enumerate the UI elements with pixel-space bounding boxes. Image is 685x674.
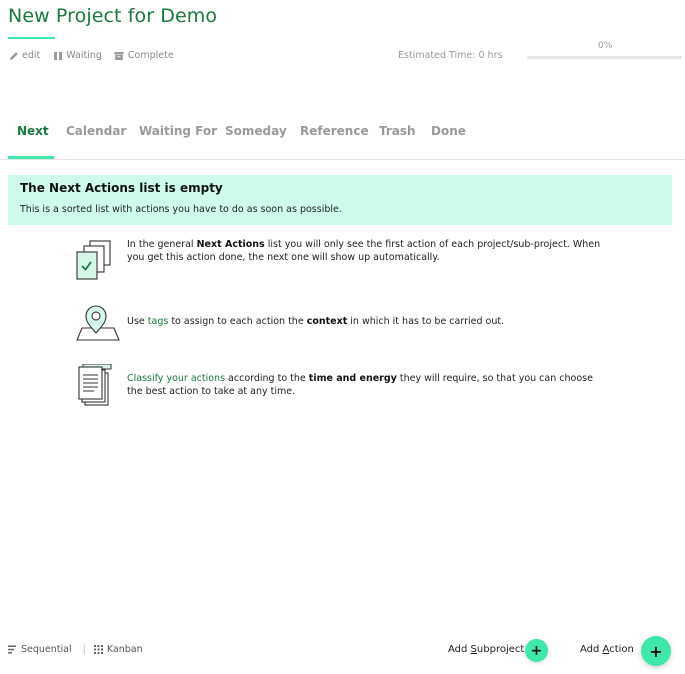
tab-waiting-for[interactable]: Waiting For bbox=[139, 124, 217, 160]
view-mode-switch: Sequential | Kanban bbox=[8, 644, 143, 655]
title-underline bbox=[8, 37, 55, 39]
plus-icon: + bbox=[530, 642, 543, 659]
tab-bar: Next Calendar Waiting For Someday Refere… bbox=[0, 118, 685, 160]
progress-bar bbox=[527, 56, 682, 59]
banner-subtitle: This is a sorted list with actions you h… bbox=[20, 204, 342, 215]
tip-text: Use tags to assign to each action the co… bbox=[127, 316, 505, 327]
classify-link[interactable]: Classify your actions bbox=[127, 373, 225, 384]
active-tab-indicator bbox=[8, 156, 54, 159]
list-lines-icon bbox=[8, 645, 17, 654]
sequential-label: Sequential bbox=[21, 644, 72, 655]
location-pin-icon bbox=[76, 302, 120, 346]
footer-separator: | bbox=[82, 644, 86, 655]
grid-icon bbox=[93, 645, 103, 654]
waiting-label: Waiting bbox=[66, 50, 102, 61]
document-stack-icon bbox=[76, 363, 120, 408]
estimated-time: Estimated Time: 0 hrs bbox=[398, 50, 503, 61]
tab-trash[interactable]: Trash bbox=[379, 124, 416, 160]
documents-check-icon bbox=[76, 238, 120, 282]
tags-link[interactable]: tags bbox=[148, 316, 169, 327]
project-title: New Project for Demo bbox=[8, 5, 218, 27]
pencil-icon bbox=[8, 50, 19, 61]
complete-button[interactable]: Complete bbox=[114, 50, 174, 61]
add-action-button[interactable]: + bbox=[641, 636, 671, 666]
add-subproject-button[interactable]: + bbox=[525, 639, 548, 662]
tab-next[interactable]: Next bbox=[17, 124, 49, 160]
tab-calendar[interactable]: Calendar bbox=[66, 124, 126, 160]
add-subproject-label[interactable]: Add Subproject bbox=[448, 644, 524, 655]
project-actions: edit Waiting Complete bbox=[8, 50, 186, 61]
kanban-label: Kanban bbox=[106, 644, 143, 655]
waiting-button[interactable]: Waiting bbox=[52, 50, 102, 61]
pause-icon bbox=[52, 50, 63, 61]
tip-text: Classify your actions according to the t… bbox=[127, 373, 593, 397]
tab-reference[interactable]: Reference bbox=[300, 124, 369, 160]
tip-text: In the general Next Actions list you wil… bbox=[127, 239, 601, 263]
banner-title: The Next Actions list is empty bbox=[20, 181, 223, 195]
progress-label: 0% bbox=[598, 41, 613, 51]
kanban-button[interactable]: Kanban bbox=[93, 644, 143, 655]
sequential-button[interactable]: Sequential bbox=[8, 644, 72, 655]
empty-state-banner: The Next Actions list is empty This is a… bbox=[8, 175, 672, 225]
edit-button[interactable]: edit bbox=[8, 50, 40, 61]
edit-label: edit bbox=[22, 50, 41, 61]
tab-someday[interactable]: Someday bbox=[225, 124, 287, 160]
tab-done[interactable]: Done bbox=[431, 124, 466, 160]
plus-icon: + bbox=[649, 641, 663, 661]
add-action-label[interactable]: Add Action bbox=[580, 644, 634, 655]
archive-icon bbox=[114, 50, 125, 61]
complete-label: Complete bbox=[127, 50, 174, 61]
